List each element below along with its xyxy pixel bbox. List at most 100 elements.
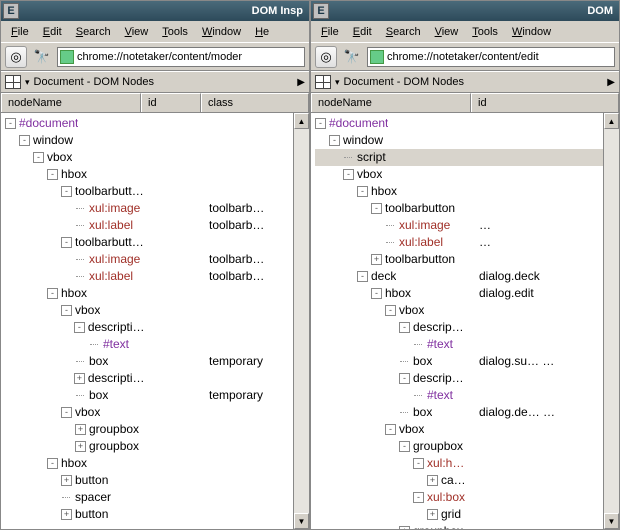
tree-row[interactable]: boxdialog.su… … [315,353,603,370]
arrow-right-icon[interactable]: ▶ [607,77,615,88]
tree-row[interactable]: xul:labeltoolbarb… [5,217,293,234]
tree-row[interactable]: +description [5,370,293,387]
tree-row[interactable]: #text [315,387,603,404]
tree-row[interactable]: +groupbox [5,438,293,455]
tree-row[interactable]: -vbox [5,404,293,421]
collapse-icon[interactable]: - [371,288,382,299]
url-input[interactable]: chrome://notetaker/content/edit [367,47,615,67]
tree-row[interactable]: -descrip… [315,319,603,336]
tree-row[interactable]: +groupbox [315,523,603,529]
scroll-down-icon[interactable]: ▼ [604,513,619,529]
collapse-icon[interactable]: - [385,305,396,316]
tree-row[interactable]: -hbox [5,455,293,472]
tree-row[interactable]: -toolbarbutt… [5,234,293,251]
tree-row[interactable]: -toolbarbutt… [5,183,293,200]
tree-row[interactable]: boxtemporary [5,353,293,370]
tree-row[interactable]: -hbox [315,183,603,200]
collapse-icon[interactable]: - [315,118,326,129]
tree-row[interactable]: xul:imagetoolbarb… [5,200,293,217]
dropdown-icon[interactable]: ▾ [25,77,30,88]
collapse-icon[interactable]: - [371,203,382,214]
tree-row[interactable]: +toolbarbutton [315,251,603,268]
scrollbar[interactable]: ▲ ▼ [603,113,619,529]
tree-row[interactable]: xul:image… [315,217,603,234]
collapse-icon[interactable]: - [61,186,72,197]
collapse-icon[interactable]: - [47,288,58,299]
collapse-icon[interactable]: - [47,169,58,180]
tree-row[interactable]: -xul:box [315,489,603,506]
scroll-down-icon[interactable]: ▼ [294,513,309,529]
scroll-up-icon[interactable]: ▲ [294,113,309,129]
tree-row[interactable]: -toolbarbutton [315,200,603,217]
collapse-icon[interactable]: - [329,135,340,146]
menu-search[interactable]: Search [70,24,117,40]
tree-row[interactable]: boxdialog.de… … [315,404,603,421]
tree-row[interactable]: -vbox [5,149,293,166]
menu-tools[interactable]: Tools [156,24,194,40]
collapse-icon[interactable]: - [61,407,72,418]
tree-row[interactable]: -#document [5,115,293,132]
collapse-icon[interactable]: - [61,305,72,316]
menu-window[interactable]: Window [196,24,247,40]
expand-icon[interactable]: + [427,475,438,486]
arrow-right-icon[interactable]: ▶ [297,77,305,88]
menu-edit[interactable]: Edit [37,24,68,40]
expand-icon[interactable]: + [427,509,438,520]
col-id[interactable]: id [141,93,201,112]
tree-row[interactable]: +button [5,506,293,523]
expand-icon[interactable]: + [61,509,72,520]
collapse-icon[interactable]: - [33,152,44,163]
collapse-icon[interactable]: - [413,458,424,469]
tree-row[interactable]: -hboxdialog.edit [315,285,603,302]
expand-icon[interactable]: + [61,475,72,486]
tree-row[interactable]: -deckdialog.deck [315,268,603,285]
tree-row[interactable]: -descrip… [315,370,603,387]
menu-view[interactable]: View [119,24,155,40]
col-id[interactable]: id [471,93,619,112]
tree-row[interactable]: +ca… [315,472,603,489]
collapse-icon[interactable]: - [47,458,58,469]
tree-row[interactable]: xul:labeltoolbarb… [5,268,293,285]
menu-file[interactable]: File [315,24,345,40]
tree-row[interactable]: -groupbox [315,438,603,455]
binoculars-icon[interactable]: 🔭 [341,46,363,68]
tree-row[interactable]: -vbox [315,302,603,319]
tree-row[interactable]: -xul:h… [315,455,603,472]
menu-edit[interactable]: Edit [347,24,378,40]
tree-row[interactable]: xul:imagetoolbarb… [5,251,293,268]
scroll-up-icon[interactable]: ▲ [604,113,619,129]
scrollbar[interactable]: ▲ ▼ [293,113,309,529]
collapse-icon[interactable]: - [385,424,396,435]
grid-icon[interactable] [5,75,21,89]
collapse-icon[interactable]: - [399,441,410,452]
collapse-icon[interactable]: - [399,373,410,384]
grid-icon[interactable] [315,75,331,89]
expand-icon[interactable]: + [75,441,86,452]
collapse-icon[interactable]: - [399,322,410,333]
tree-row[interactable]: +groupbox [5,421,293,438]
tree-row[interactable]: -window [5,132,293,149]
tree-row[interactable]: -vbox [315,421,603,438]
collapse-icon[interactable]: - [61,237,72,248]
tree-row[interactable]: -vbox [5,302,293,319]
tree-row[interactable]: xul:label… [315,234,603,251]
tree-row[interactable]: -hbox [5,285,293,302]
expand-icon[interactable]: + [75,424,86,435]
expand-icon[interactable]: + [74,373,85,384]
tree-row[interactable]: -#document [315,115,603,132]
collapse-icon[interactable]: - [19,135,30,146]
collapse-icon[interactable]: - [357,271,368,282]
collapse-icon[interactable]: - [5,118,16,129]
expand-icon[interactable]: + [371,254,382,265]
tree-row[interactable]: #text [315,336,603,353]
collapse-icon[interactable]: - [357,186,368,197]
tree-row[interactable]: boxtemporary [5,387,293,404]
dropdown-icon[interactable]: ▾ [335,77,340,88]
col-nodename[interactable]: nodeName [1,93,141,112]
tree-row[interactable]: -hbox [5,166,293,183]
tree-row[interactable]: #text [5,336,293,353]
tree-row[interactable]: -window [315,132,603,149]
url-input[interactable]: chrome://notetaker/content/moder [57,47,305,67]
menu-search[interactable]: Search [380,24,427,40]
menu-file[interactable]: File [5,24,35,40]
